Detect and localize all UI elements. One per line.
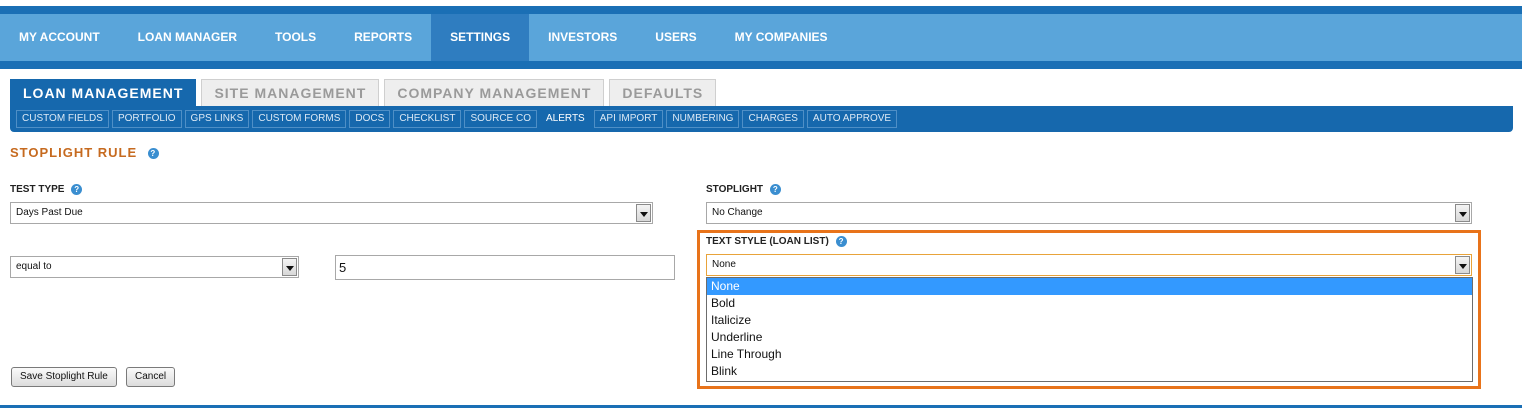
top-nav-bar: MY ACCOUNT LOAN MANAGER TOOLS REPORTS SE… xyxy=(0,14,1522,61)
comparator-select[interactable]: equal to xyxy=(10,256,299,278)
subnav-docs[interactable]: DOCS xyxy=(349,110,391,128)
stoplight-label-text: STOPLIGHT xyxy=(706,184,764,196)
help-icon[interactable]: ? xyxy=(769,184,781,195)
section-title-text: STOPLIGHT RULE xyxy=(10,145,138,160)
cancel-button[interactable]: Cancel xyxy=(126,367,176,387)
tab-site-management[interactable]: SITE MANAGEMENT xyxy=(201,79,380,106)
option-bold[interactable]: Bold xyxy=(707,295,1472,312)
subnav-api-import[interactable]: API IMPORT xyxy=(593,110,664,128)
subnav-charges[interactable]: CHARGES xyxy=(742,110,804,128)
text-style-label-text: TEXT STYLE (LOAN LIST) xyxy=(706,236,829,248)
nav-investors[interactable]: INVESTORS xyxy=(529,14,636,61)
option-blink[interactable]: Blink xyxy=(707,363,1472,380)
subnav-custom-forms[interactable]: CUSTOM FORMS xyxy=(252,110,347,128)
subnav-source-co[interactable]: SOURCE CO xyxy=(464,110,537,128)
help-icon[interactable]: ? xyxy=(147,148,159,160)
test-type-label-text: TEST TYPE xyxy=(10,184,65,196)
nav-reports[interactable]: REPORTS xyxy=(335,14,431,61)
settings-tabs: LOAN MANAGEMENT SITE MANAGEMENT COMPANY … xyxy=(10,79,721,106)
subnav-numbering[interactable]: NUMBERING xyxy=(666,110,740,128)
nav-users[interactable]: USERS xyxy=(636,14,715,61)
chevron-down-icon[interactable] xyxy=(1455,256,1470,274)
test-type-select[interactable]: Days Past Due xyxy=(10,202,653,224)
nav-settings[interactable]: SETTINGS xyxy=(431,14,530,61)
option-underline[interactable]: Underline xyxy=(707,329,1472,346)
chevron-down-icon[interactable] xyxy=(636,204,651,222)
help-icon[interactable]: ? xyxy=(835,236,847,247)
text-style-select[interactable]: None xyxy=(706,254,1472,276)
subnav-checklist[interactable]: CHECKLIST xyxy=(393,110,462,128)
nav-my-companies[interactable]: MY COMPANIES xyxy=(716,14,847,61)
top-nav: MY ACCOUNT LOAN MANAGER TOOLS REPORTS SE… xyxy=(0,6,1522,69)
stoplight-label: STOPLIGHT ? xyxy=(706,184,781,195)
subnav-portfolio[interactable]: PORTFOLIO xyxy=(111,110,182,128)
option-none[interactable]: None xyxy=(707,278,1472,295)
text-style-label: TEXT STYLE (LOAN LIST) ? xyxy=(706,236,847,247)
tab-defaults[interactable]: DEFAULTS xyxy=(609,79,717,106)
section-title: STOPLIGHT RULE ? xyxy=(10,145,159,160)
subnav-custom-fields[interactable]: CUSTOM FIELDS xyxy=(16,110,109,128)
tab-loan-management[interactable]: LOAN MANAGEMENT xyxy=(10,79,197,106)
nav-loan-manager[interactable]: LOAN MANAGER xyxy=(119,14,256,61)
option-line-through[interactable]: Line Through xyxy=(707,346,1472,363)
option-italicize[interactable]: Italicize xyxy=(707,312,1472,329)
chevron-down-icon[interactable] xyxy=(1455,204,1470,222)
subnav-auto-approve[interactable]: AUTO APPROVE xyxy=(806,110,898,128)
subnav-alerts[interactable]: ALERTS xyxy=(540,110,591,128)
test-type-value: Days Past Due xyxy=(16,207,83,218)
text-style-value: None xyxy=(712,259,736,270)
comparator-value: equal to xyxy=(16,261,52,272)
save-stoplight-rule-button[interactable]: Save Stoplight Rule xyxy=(11,367,117,387)
chevron-down-icon[interactable] xyxy=(282,258,297,276)
stoplight-value: No Change xyxy=(712,207,763,218)
help-icon[interactable]: ? xyxy=(71,184,83,195)
stoplight-select[interactable]: No Change xyxy=(706,202,1472,224)
loan-management-subnav: CUSTOM FIELDS PORTFOLIO GPS LINKS CUSTOM… xyxy=(10,106,1513,132)
subnav-gps-links[interactable]: GPS LINKS xyxy=(184,110,250,128)
test-type-label: TEST TYPE ? xyxy=(10,184,83,196)
text-style-dropdown: None Bold Italicize Underline Line Throu… xyxy=(706,277,1473,382)
amount-input[interactable]: 5 xyxy=(335,255,675,280)
tab-company-management[interactable]: COMPANY MANAGEMENT xyxy=(384,79,605,106)
nav-my-account[interactable]: MY ACCOUNT xyxy=(0,14,119,61)
nav-tools[interactable]: TOOLS xyxy=(256,14,335,61)
